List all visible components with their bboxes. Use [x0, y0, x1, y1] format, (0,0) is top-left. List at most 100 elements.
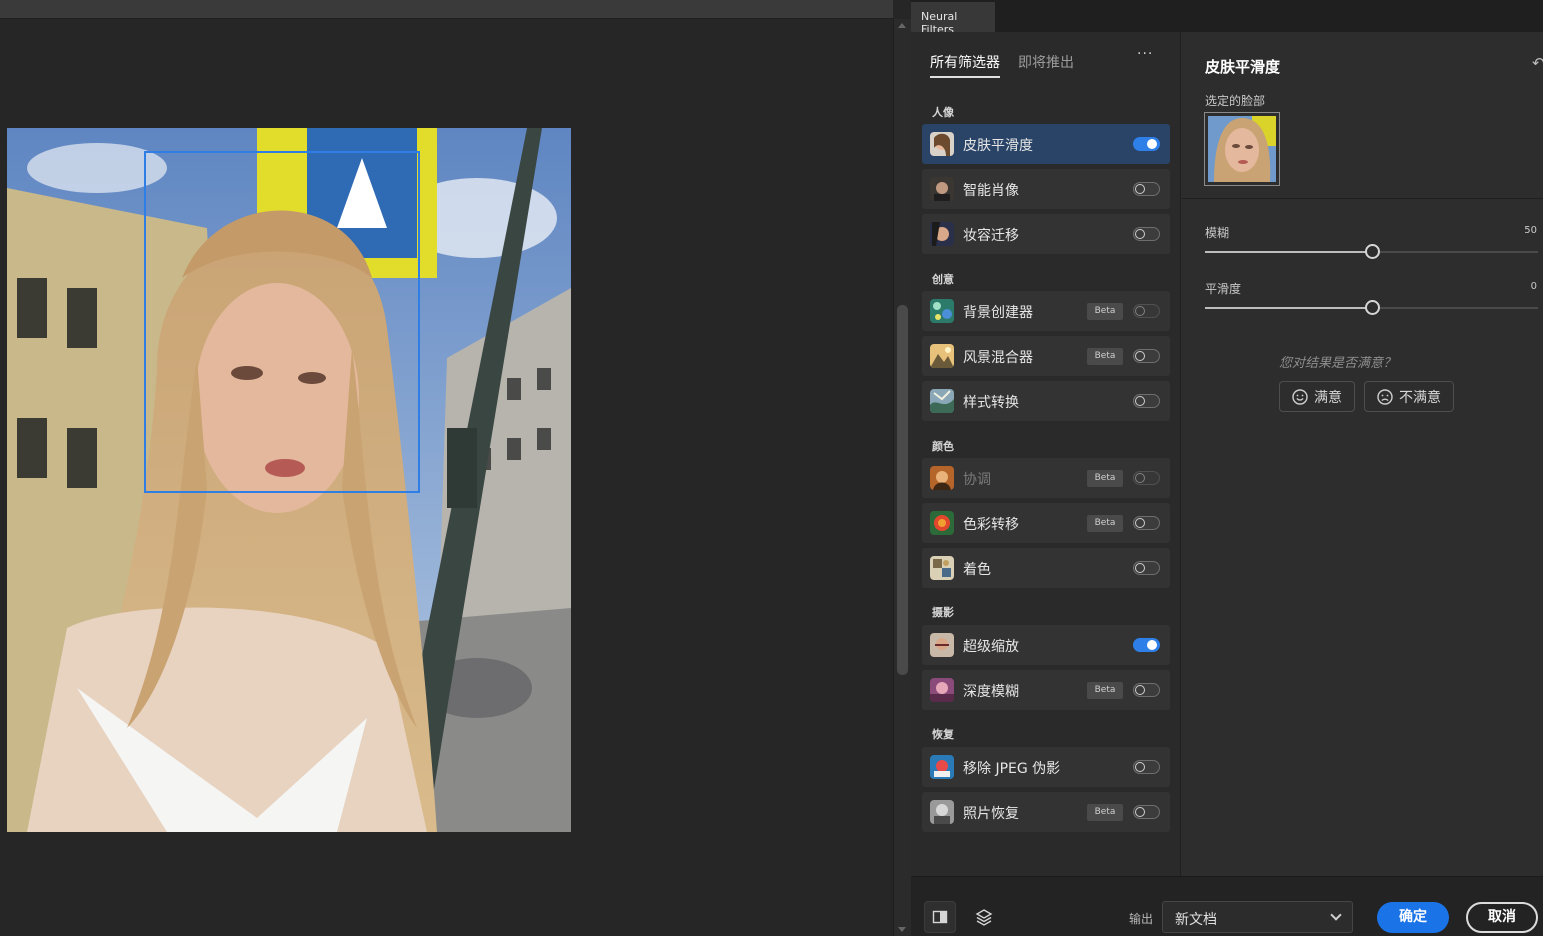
output-select[interactable]: 新文档: [1162, 901, 1353, 933]
document-canvas[interactable]: [0, 0, 893, 936]
layer-preview-button[interactable]: [968, 901, 1000, 933]
canvas-ruler-bar: [0, 0, 893, 19]
style-transfer-icon: [930, 389, 954, 413]
scroll-up-icon[interactable]: [898, 23, 906, 28]
chevron-down-icon: [1330, 909, 1342, 921]
smoothness-slider-label: 平滑度: [1205, 282, 1242, 296]
beta-badge: Beta: [1087, 682, 1123, 699]
skin-smoothing-icon: [930, 132, 954, 156]
smoothness-slider-thumb[interactable]: [1364, 300, 1380, 315]
smart-portrait-icon: [930, 177, 954, 201]
filter-tabs: 所有筛选器 即将推出: [930, 52, 1074, 78]
scrollbar-thumb[interactable]: [897, 305, 908, 675]
filter-row-color-transfer[interactable]: 色彩转移 Beta: [922, 503, 1170, 543]
beta-badge: Beta: [1087, 515, 1123, 532]
more-options-button[interactable]: ···: [1137, 46, 1153, 62]
group-label-restore: 恢复: [932, 728, 954, 741]
filter-row-remove-jpeg-artifacts[interactable]: 移除 JPEG 伪影: [922, 747, 1170, 787]
filter-name: 照片恢复: [963, 806, 1019, 822]
beta-badge: Beta: [1087, 303, 1123, 320]
unsatisfied-label: 不满意: [1399, 389, 1441, 406]
filter-name: 深度模糊: [963, 684, 1019, 700]
satisfied-label: 满意: [1314, 389, 1342, 406]
reset-icon[interactable]: ↶: [1532, 54, 1543, 72]
smoothness-slider-value: 0: [1530, 281, 1537, 292]
filter-row-depth-blur[interactable]: 深度模糊 Beta: [922, 670, 1170, 710]
colorize-icon: [930, 556, 954, 580]
satisfied-button[interactable]: 满意: [1279, 381, 1355, 412]
scroll-down-icon[interactable]: [898, 927, 906, 932]
filter-name: 智能肖像: [963, 183, 1019, 199]
panel-tab-neural-filters[interactable]: Neural Filters: [911, 2, 995, 36]
panel-footer: 输出 新文档 确定 取消: [911, 876, 1543, 936]
super-zoom-icon: [930, 633, 954, 657]
filter-toggle[interactable]: [1133, 182, 1160, 196]
filter-row-photo-restoration[interactable]: 照片恢复 Beta: [922, 792, 1170, 832]
filter-name: 样式转换: [963, 395, 1019, 411]
compare-icon: [932, 910, 948, 924]
beta-badge: Beta: [1087, 470, 1123, 487]
vertical-scrollbar[interactable]: [893, 19, 911, 936]
background-creator-icon: [930, 299, 954, 323]
filter-row-background-creator[interactable]: 背景创建器 Beta: [922, 291, 1170, 331]
color-transfer-icon: [930, 511, 954, 535]
unsatisfied-button[interactable]: 不满意: [1364, 381, 1454, 412]
cancel-button[interactable]: 取消: [1466, 902, 1538, 933]
filter-row-smart-portrait[interactable]: 智能肖像: [922, 169, 1170, 209]
photo-restoration-icon: [930, 800, 954, 824]
blur-slider-label: 模糊: [1205, 226, 1230, 240]
filter-row-skin-smoothing[interactable]: 皮肤平滑度: [922, 124, 1170, 164]
filter-toggle[interactable]: [1133, 683, 1160, 697]
filter-toggle[interactable]: [1133, 304, 1160, 318]
filter-toggle[interactable]: [1133, 394, 1160, 408]
filter-name: 超级缩放: [963, 639, 1019, 655]
layers-icon: [975, 909, 993, 926]
filter-toggle[interactable]: [1133, 349, 1160, 363]
face-thumbnail-image: [1208, 116, 1276, 182]
filter-name: 色彩转移: [963, 517, 1019, 533]
harmonization-icon: [930, 466, 954, 490]
satisfaction-question: 您对结果是否满意？: [1279, 356, 1397, 371]
frown-icon: [1377, 388, 1393, 405]
depth-blur-icon: [930, 678, 954, 702]
filter-row-colorize[interactable]: 着色: [922, 548, 1170, 588]
filter-toggle[interactable]: [1133, 760, 1160, 774]
blur-slider-thumb[interactable]: [1364, 244, 1380, 259]
blur-slider-fill: [1205, 251, 1372, 253]
blur-slider-value: 50: [1524, 225, 1537, 236]
filter-name: 风景混合器: [963, 350, 1033, 366]
filter-row-makeup-transfer[interactable]: 妆容迁移: [922, 214, 1170, 254]
filter-row-super-zoom[interactable]: 超级缩放: [922, 625, 1170, 665]
filter-row-landscape-mixer[interactable]: 风景混合器 Beta: [922, 336, 1170, 376]
face-detection-box: [144, 151, 420, 493]
filter-name: 背景创建器: [963, 305, 1033, 321]
selected-face-thumbnail[interactable]: [1204, 112, 1280, 186]
show-original-button[interactable]: [924, 901, 956, 933]
filter-toggle[interactable]: [1133, 805, 1160, 819]
settings-divider: [1182, 198, 1543, 199]
filter-row-harmonization[interactable]: 协调 Beta: [922, 458, 1170, 498]
beta-badge: Beta: [1087, 804, 1123, 821]
filter-toggle[interactable]: [1133, 638, 1160, 652]
filter-toggle[interactable]: [1133, 561, 1160, 575]
smile-icon: [1292, 388, 1308, 405]
remove-jpeg-artifacts-icon: [930, 755, 954, 779]
filter-toggle[interactable]: [1133, 471, 1160, 485]
tab-all-filters[interactable]: 所有筛选器: [930, 52, 1000, 78]
group-label-photography: 摄影: [932, 606, 954, 619]
ok-button[interactable]: 确定: [1377, 902, 1449, 933]
filter-toggle[interactable]: [1133, 227, 1160, 241]
settings-title: 皮肤平滑度: [1205, 58, 1281, 76]
filter-row-style-transfer[interactable]: 样式转换: [922, 381, 1170, 421]
filter-name: 妆容迁移: [963, 228, 1019, 244]
group-label-creative: 创意: [932, 273, 954, 286]
tab-coming-soon[interactable]: 即将推出: [1018, 52, 1074, 78]
blur-slider[interactable]: [1205, 244, 1538, 259]
filter-list: 所有筛选器 即将推出 ··· 人像 皮肤平滑度 智能肖像 妆容迁移 创意 背景创…: [911, 32, 1181, 876]
selected-face-label: 选定的脸部: [1205, 94, 1266, 108]
filter-toggle[interactable]: [1133, 137, 1160, 151]
smoothness-slider[interactable]: [1205, 300, 1538, 315]
neural-filters-panel: Neural Filters 所有筛选器 即将推出 ··· 人像 皮肤平滑度 智…: [911, 0, 1543, 936]
filter-name: 协调: [963, 472, 991, 488]
filter-toggle[interactable]: [1133, 516, 1160, 530]
